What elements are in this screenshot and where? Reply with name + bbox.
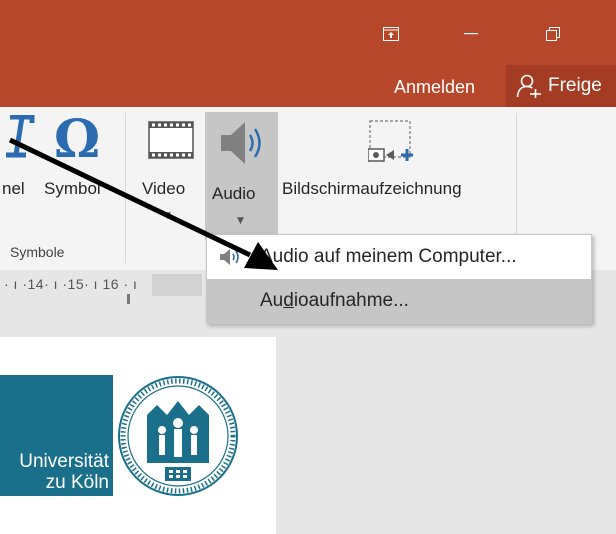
annotation-arrow-icon bbox=[8, 137, 278, 270]
